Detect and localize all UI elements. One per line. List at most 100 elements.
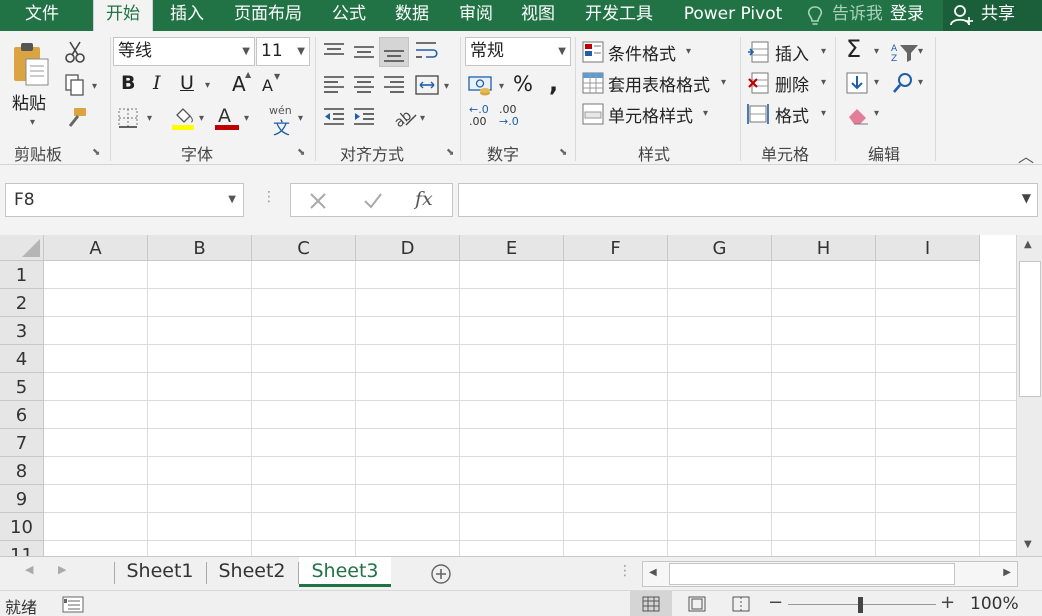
clear-dropdown-icon[interactable]: ▾ [874,108,879,119]
find-select-icon[interactable] [892,72,914,94]
new-sheet-plus-icon[interactable] [430,563,452,585]
conditional-dropdown-icon[interactable]: ▾ [686,46,691,57]
accounting-dropdown-icon[interactable]: ▾ [499,81,504,92]
column-header-g[interactable]: G [668,235,772,261]
orientation-icon[interactable]: ab [392,105,418,129]
vertical-scrollbar[interactable]: ▲ ▼ [1016,235,1042,556]
column-header-h[interactable]: H [772,235,876,261]
horizontal-scrollbar[interactable]: ◀ ▶ [642,561,1018,587]
align-middle-icon[interactable] [352,41,376,61]
font-color-dropdown-icon[interactable]: ▾ [244,113,249,124]
insert-cells-icon[interactable] [747,41,771,63]
row-header-1[interactable]: 1 [0,261,44,289]
merge-center-icon[interactable] [414,73,440,97]
column-header-i[interactable]: I [876,235,980,261]
shrink-font-button[interactable]: A [262,76,273,95]
column-header-a[interactable]: A [44,235,148,261]
row-header-4[interactable]: 4 [0,345,44,373]
format-as-table-label[interactable]: 套用表格格式 [608,71,710,96]
tab-scroll-right-icon[interactable]: ▶ [58,563,66,576]
sheet-tab-sheet2[interactable]: Sheet2 [207,557,297,587]
row-header-2[interactable]: 2 [0,289,44,317]
number-format-select[interactable]: 常规 ▼ [465,37,571,66]
accounting-format-icon[interactable] [467,74,495,98]
delete-cells-icon[interactable] [747,72,771,94]
horizontal-scroll-thumb[interactable] [669,563,955,585]
row-header-3[interactable]: 3 [0,317,44,345]
row-header-8[interactable]: 8 [0,457,44,485]
format-dropdown-icon[interactable]: ▾ [821,108,826,119]
page-layout-view-icon[interactable] [688,596,706,612]
autosum-button[interactable]: Σ [846,35,861,63]
column-header-c[interactable]: C [252,235,356,261]
bold-button[interactable]: B [121,72,135,94]
cut-icon[interactable] [64,40,86,64]
delete-cells-label[interactable]: 删除 [775,71,809,96]
row-header-11[interactable]: 11 [0,541,44,556]
paste-icon[interactable] [12,41,54,89]
formula-input[interactable]: ▼ [458,183,1038,217]
splitter-icon[interactable]: ⋮ [262,189,276,205]
align-left-icon[interactable] [322,74,346,96]
zoom-out-button[interactable]: − [768,592,783,613]
font-size-select[interactable]: 11 ▼ [256,37,310,66]
share-button[interactable]: 共享 [943,0,1042,31]
insert-cells-label[interactable]: 插入 [775,40,809,65]
zoom-slider-thumb[interactable] [858,597,863,613]
borders-dropdown-icon[interactable]: ▾ [147,113,152,124]
conditional-formatting-label[interactable]: 条件格式 [608,40,676,65]
column-header-f[interactable]: F [564,235,668,261]
paste-dropdown-icon[interactable]: ▾ [30,117,35,128]
align-right-icon[interactable] [382,74,406,96]
sign-in-link[interactable]: 登录 [890,0,924,31]
clear-icon[interactable] [846,103,870,125]
cell-styles-dropdown-icon[interactable]: ▾ [703,108,708,119]
wrap-text-icon[interactable] [414,39,440,63]
align-top-icon[interactable] [322,41,346,61]
zoom-in-button[interactable]: + [940,592,955,613]
borders-icon[interactable] [117,107,139,129]
sort-filter-icon[interactable]: A Z [890,41,920,63]
cancel-icon[interactable] [309,192,327,210]
macro-record-icon[interactable] [62,596,84,613]
tab-review[interactable]: 审阅 [450,0,502,31]
enter-check-icon[interactable] [363,192,383,210]
select-all-button[interactable] [0,235,44,261]
insert-function-button[interactable]: fx [415,188,433,210]
underline-dropdown-icon[interactable]: ▾ [205,80,210,91]
copy-icon[interactable] [64,73,86,97]
format-as-table-icon[interactable] [582,72,604,94]
font-color-icon[interactable]: A [214,105,240,131]
expand-formula-chevron-icon[interactable]: ▼ [1022,191,1031,205]
tab-insert[interactable]: 插入 [160,0,214,31]
sort-dropdown-icon[interactable]: ▾ [918,46,923,57]
tab-splitter-icon[interactable]: ⋮ [618,563,632,579]
tab-formulas[interactable]: 公式 [324,0,374,31]
tell-me-search[interactable]: 告诉我 [832,0,882,31]
decrease-indent-icon[interactable] [322,106,346,128]
worksheet-grid[interactable]: ABCDEFGHI 1 2 3 4 5 6 7 8 9 10 11 [0,235,1016,556]
tab-developer[interactable]: 开发工具 [576,0,662,31]
increase-indent-icon[interactable] [352,106,376,128]
normal-view-button[interactable] [630,591,672,616]
fill-color-dropdown-icon[interactable]: ▾ [199,113,204,124]
column-header-b[interactable]: B [148,235,252,261]
dialog-launcher-icon[interactable]: ⬊ [446,147,454,158]
row-header-5[interactable]: 5 [0,373,44,401]
cell-styles-icon[interactable] [582,103,604,125]
row-header-10[interactable]: 10 [0,513,44,541]
grow-font-button[interactable]: A [232,72,246,96]
underline-button[interactable]: U [180,72,194,94]
phonetic-char-label[interactable]: 文 [273,114,290,139]
dialog-launcher-icon[interactable]: ⬊ [559,147,567,158]
row-header-6[interactable]: 6 [0,401,44,429]
tab-power-pivot[interactable]: Power Pivot [676,0,790,31]
zoom-percent[interactable]: 100% [970,594,1019,614]
row-header-9[interactable]: 9 [0,485,44,513]
fill-dropdown-icon[interactable]: ▾ [874,77,879,88]
comma-button[interactable]: , [549,69,558,97]
tab-data[interactable]: 数据 [386,0,438,31]
tab-page-layout[interactable]: 页面布局 [226,0,310,31]
fill-down-icon[interactable] [846,72,868,94]
delete-dropdown-icon[interactable]: ▾ [821,77,826,88]
